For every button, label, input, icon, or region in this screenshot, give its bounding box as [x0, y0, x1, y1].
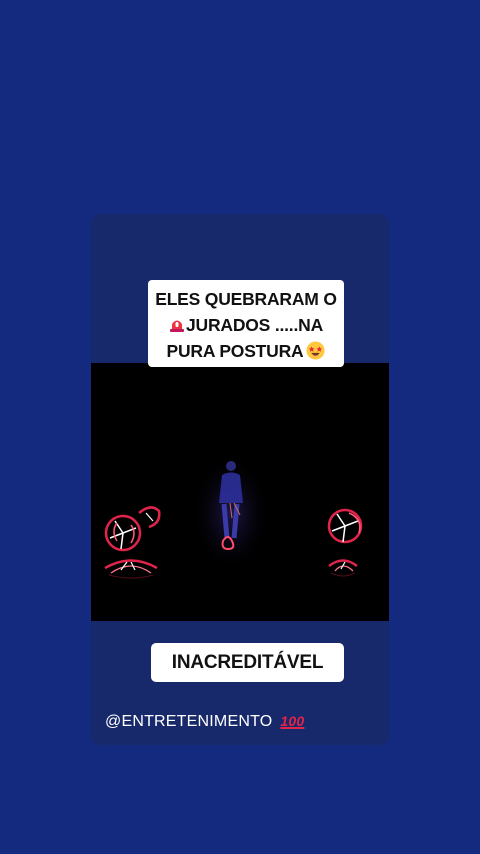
- caption-line-3-text: PURA POSTURA: [166, 341, 304, 361]
- caption-line-2-text: JURADOS .....NA: [185, 315, 324, 335]
- story-card[interactable]: ELES QUEBRARAM O JURADOS .....NA PURA PO…: [91, 214, 389, 745]
- account-handle[interactable]: @ENTRETENIMENTO 100: [105, 710, 304, 733]
- story-page: ELES QUEBRARAM O JURADOS .....NA PURA PO…: [0, 0, 480, 854]
- caption-top: ELES QUEBRARAM O JURADOS .....NA PURA PO…: [148, 280, 344, 367]
- caption-line-3: PURA POSTURA: [152, 338, 340, 364]
- handle-text[interactable]: @ENTRETENIMENTO: [105, 713, 272, 730]
- star-struck-icon: [306, 341, 326, 360]
- video-frame: [91, 363, 389, 621]
- caption-bottom: INACREDITÁVEL: [151, 643, 344, 682]
- caption-line-2: JURADOS .....NA: [152, 312, 340, 338]
- video-player[interactable]: [91, 363, 389, 621]
- hundred-points-icon: 100: [280, 713, 305, 729]
- alarm-light-icon: [169, 313, 185, 332]
- caption-line-1: ELES QUEBRARAM O: [155, 289, 337, 309]
